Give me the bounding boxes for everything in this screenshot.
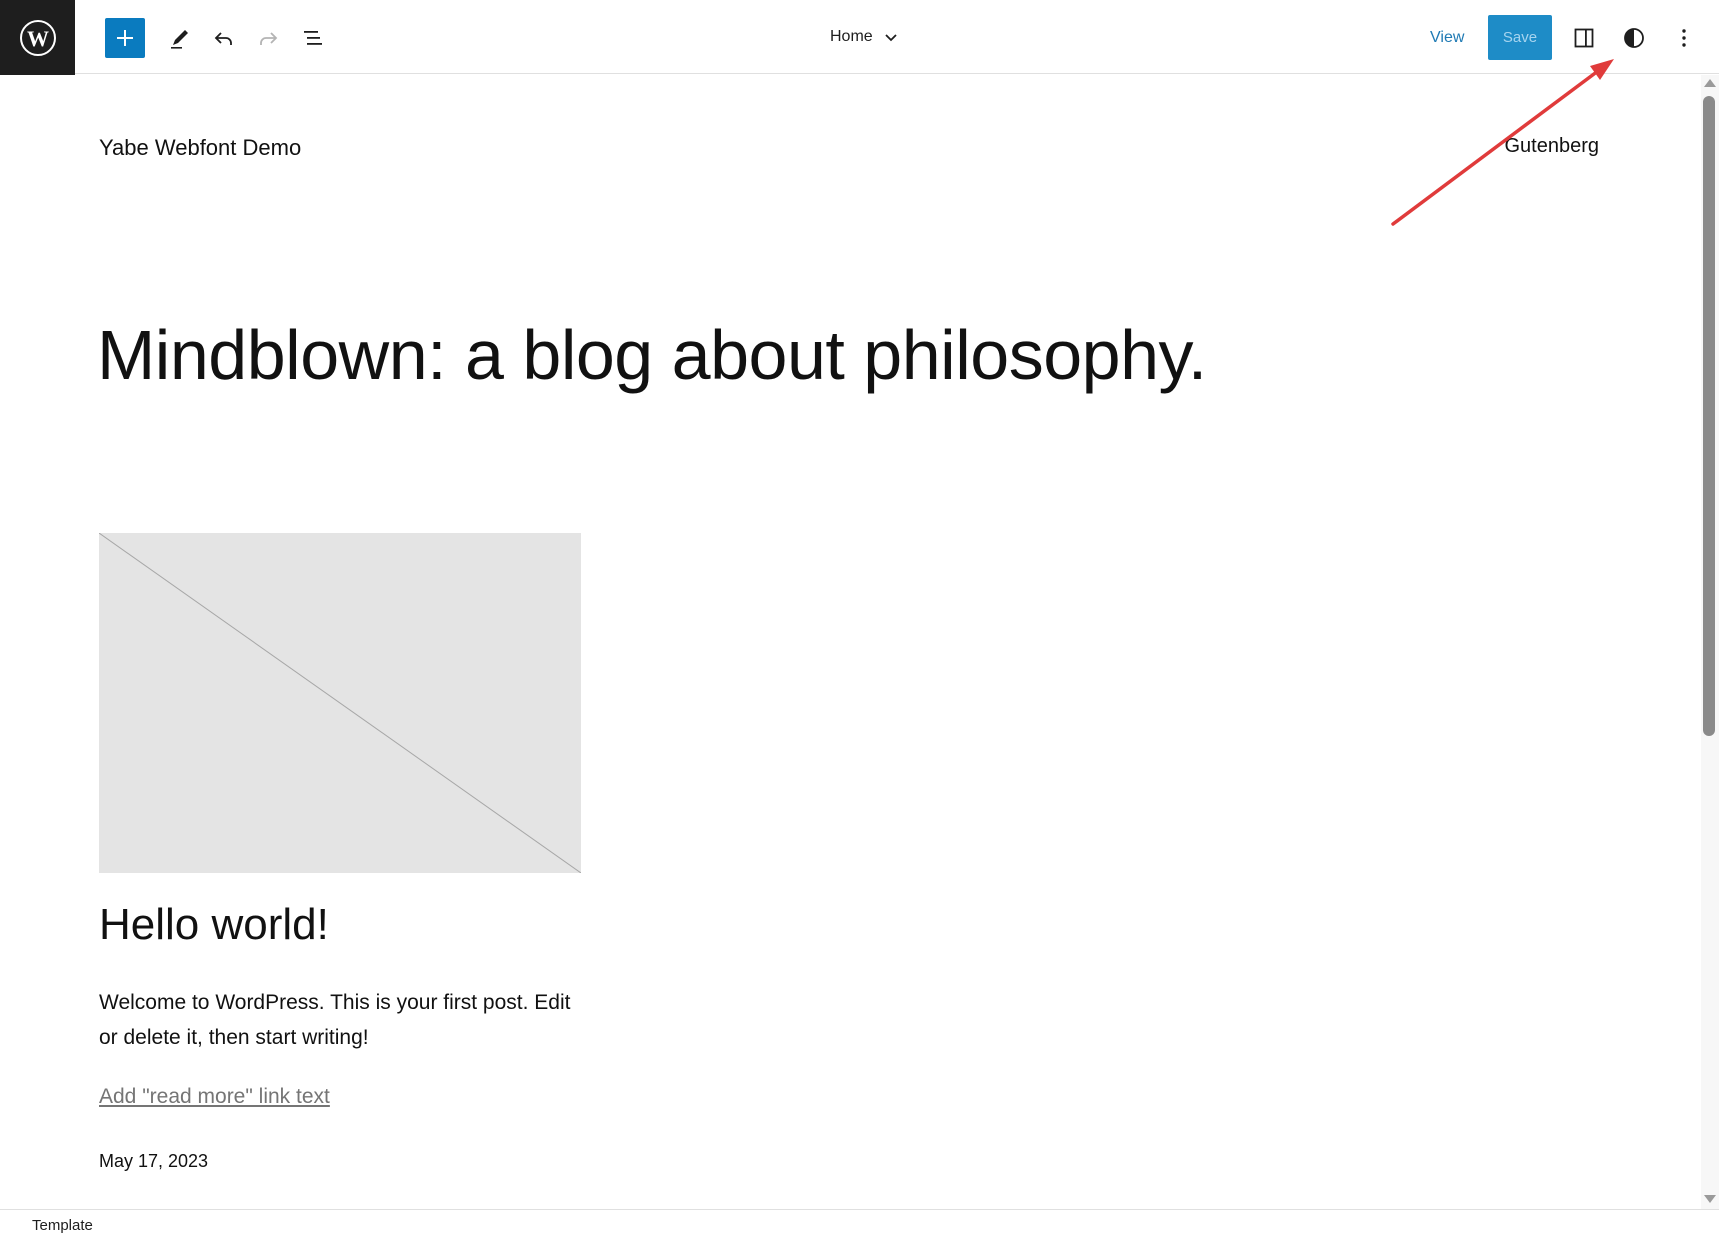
post-title[interactable]: Hello world!: [99, 900, 329, 950]
navigation-link[interactable]: Gutenberg: [1504, 135, 1599, 158]
hero-heading[interactable]: Mindblown: a blog about philosophy.: [97, 315, 1207, 395]
edit-tool-button[interactable]: [160, 18, 200, 58]
chevron-down-icon: [885, 34, 897, 42]
contrast-styles-icon: [1624, 28, 1644, 48]
read-more-link[interactable]: Add "read more" link text: [99, 1085, 330, 1109]
plus-icon: [117, 30, 133, 46]
undo-icon: [214, 32, 232, 45]
styles-button[interactable]: [1614, 18, 1654, 58]
redo-button[interactable]: [248, 18, 288, 58]
site-title[interactable]: Yabe Webfont Demo: [99, 135, 301, 161]
more-vertical-icon: [1682, 29, 1686, 47]
post-date[interactable]: May 17, 2023: [99, 1151, 208, 1172]
save-button[interactable]: Save: [1488, 15, 1552, 60]
post-excerpt[interactable]: Welcome to WordPress. This is your first…: [99, 985, 589, 1055]
document-title: Home: [830, 28, 873, 45]
options-menu-button[interactable]: [1664, 18, 1704, 58]
scroll-up-arrow-icon[interactable]: [1704, 79, 1716, 87]
featured-image-placeholder[interactable]: [99, 533, 581, 873]
pencil-icon: [171, 30, 188, 49]
scrollbar-thumb[interactable]: [1703, 96, 1715, 736]
settings-sidebar-button[interactable]: [1564, 18, 1604, 58]
editor-canvas[interactable]: Yabe Webfont Demo Gutenberg Mindblown: a…: [0, 75, 1701, 1209]
sidebar-toggle-icon: [1574, 28, 1594, 48]
document-title-dropdown[interactable]: Home: [830, 22, 899, 52]
editor-footer: Template: [0, 1209, 1719, 1240]
list-view-icon: [304, 31, 322, 45]
list-view-button[interactable]: [293, 18, 333, 58]
add-block-button[interactable]: [105, 18, 145, 58]
scroll-down-arrow-icon[interactable]: [1704, 1195, 1716, 1203]
undo-button[interactable]: [204, 18, 244, 58]
block-breadcrumb[interactable]: Template: [32, 1217, 93, 1234]
redo-icon: [260, 32, 278, 45]
placeholder-diagonal: [99, 533, 581, 873]
view-button[interactable]: View: [1430, 24, 1464, 52]
editor-header: W Home View Save: [0, 0, 1719, 75]
svg-text:W: W: [27, 26, 49, 51]
wordpress-logo-icon[interactable]: W: [0, 0, 75, 75]
